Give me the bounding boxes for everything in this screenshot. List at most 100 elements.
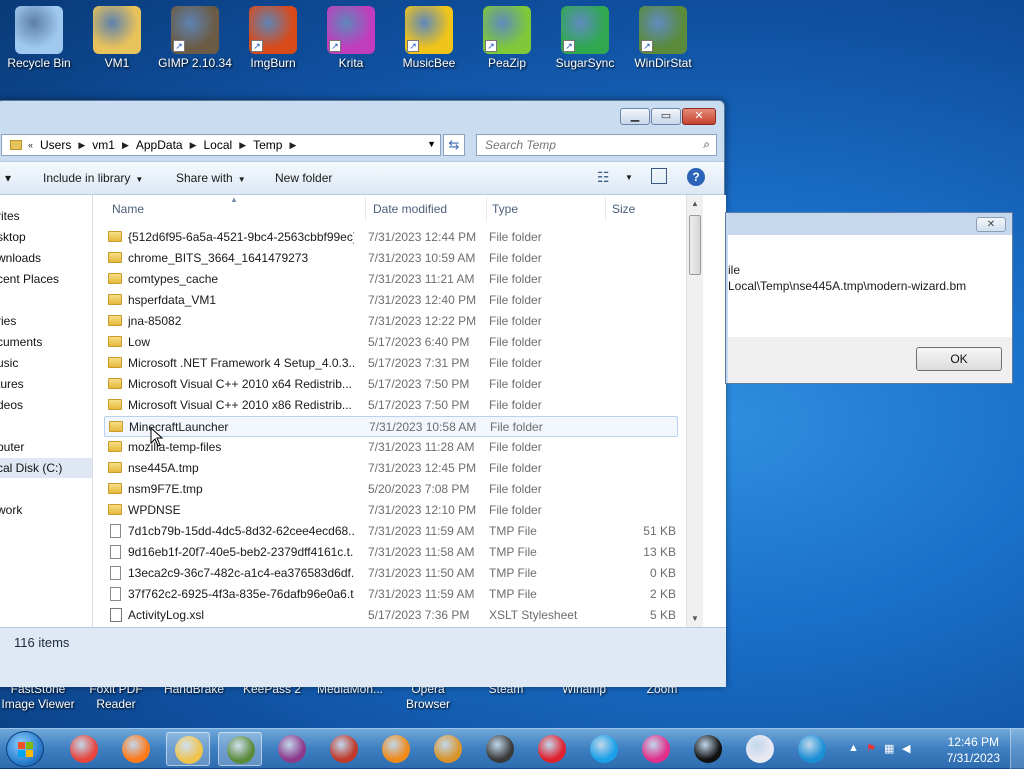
file-row[interactable]: chrome_BITS_3664_1641479273 7/31/2023 10:… (104, 248, 678, 269)
breadcrumb-item[interactable]: Temp (253, 138, 282, 152)
minimize-button[interactable]: ▁ (620, 108, 650, 125)
file-type: File folder (489, 314, 542, 328)
taskbar-app-button[interactable] (62, 732, 106, 766)
file-row[interactable]: jna-85082 7/31/2023 12:22 PM File folder (104, 311, 678, 332)
breadcrumb-separator-icon[interactable]: ▶ (122, 140, 129, 151)
taskbar-app-button[interactable] (374, 732, 418, 766)
breadcrumb-item[interactable]: Users (40, 138, 71, 152)
organize-arrow-icon[interactable]: ▾ (5, 171, 11, 185)
scroll-down-icon[interactable]: ▼ (691, 614, 699, 623)
start-button[interactable] (6, 731, 44, 767)
vertical-scrollbar[interactable]: ▲ ▼ (686, 195, 703, 627)
taskbar-app-button[interactable] (686, 732, 730, 766)
taskbar-app-button[interactable] (790, 732, 834, 766)
clock[interactable]: 12:46 PM 7/31/2023 (947, 734, 1000, 766)
breadcrumb-separator-icon[interactable]: ▶ (78, 140, 85, 151)
view-options-icon[interactable]: ☷ (597, 169, 610, 186)
column-size[interactable]: Size (612, 202, 635, 216)
refresh-button[interactable]: ⇆ (443, 134, 465, 156)
ok-button[interactable]: OK (916, 347, 1002, 371)
file-row[interactable]: {512d6f95-6a5a-4521-9bc4-2563cbbf99ec} 7/… (104, 227, 678, 248)
close-button[interactable]: ✕ (682, 108, 716, 125)
view-dropdown-icon[interactable]: ▼ (625, 173, 633, 182)
shortcut-arrow-icon: ↗ (485, 40, 497, 52)
file-row[interactable]: 9d16eb1f-20f7-40e5-beb2-2379dff4161c.t..… (104, 542, 678, 563)
file-type: File folder (490, 420, 543, 434)
desktop-icon[interactable]: ↗ GIMP 2.10.34 (156, 0, 234, 70)
network-icon[interactable]: ▦ (884, 742, 898, 756)
file-row[interactable]: WPDNSE 7/31/2023 12:10 PM File folder (104, 500, 678, 521)
column-divider[interactable] (365, 197, 366, 221)
breadcrumb-separator-icon[interactable]: ▶ (190, 140, 197, 151)
desktop-icon[interactable]: ↗ SugarSync (546, 0, 624, 70)
taskbar-app-button[interactable] (270, 732, 314, 766)
file-row[interactable]: ActivityLog.xsl 5/17/2023 7:36 PM XSLT Sty… (104, 605, 678, 626)
taskbar-app-button[interactable] (478, 732, 522, 766)
show-hidden-icons-icon[interactable]: ▲ (848, 742, 862, 756)
file-row[interactable]: Microsoft .NET Framework 4 Setup_4.0.3..… (104, 353, 678, 374)
file-row[interactable]: nsm9F7E.tmp 5/20/2023 7:08 PM File folder (104, 479, 678, 500)
file-row[interactable]: MinecraftLauncher 7/31/2023 10:58 AM File … (104, 416, 678, 437)
file-row[interactable]: 37f762c2-6925-4f3a-835e-76dafb96e0a6.t..… (104, 584, 678, 605)
address-dropdown-icon[interactable]: ▼ (427, 139, 436, 149)
share-with-button[interactable]: Share with ▼ (176, 171, 246, 185)
search-input[interactable] (483, 135, 683, 155)
show-desktop-button[interactable] (1010, 729, 1024, 769)
desktop-icon[interactable]: ↗ PeaZip (468, 0, 546, 70)
file-row[interactable]: nse445A.tmp 7/31/2023 12:45 PM File folder (104, 458, 678, 479)
file-row[interactable]: Low 5/17/2023 6:40 PM File folder (104, 332, 678, 353)
taskbar-app-button[interactable] (322, 732, 366, 766)
navigation-pane: rites sktop wnloads cent Places ries cuments u… (0, 195, 93, 627)
desktop-icon[interactable]: VM1 (78, 0, 156, 70)
taskbar-app-button[interactable] (426, 732, 470, 766)
desktop-icon[interactable]: ↗ WinDirStat (624, 0, 702, 70)
search-icon[interactable]: ⌕ (703, 137, 710, 152)
column-name[interactable]: Name (112, 202, 144, 216)
column-type[interactable]: Type (492, 202, 518, 216)
file-date-modified: 7/31/2023 11:28 AM (368, 440, 475, 454)
desktop-icon[interactable]: ↗ Krita (312, 0, 390, 70)
column-divider[interactable] (486, 197, 487, 221)
file-row[interactable]: 13eca2c9-36c7-482c-a1c4-ea376583d6df....… (104, 563, 678, 584)
volume-muted-icon[interactable]: ◀ (902, 742, 916, 756)
title-bar[interactable]: ▁ ▭ ✕ (0, 101, 724, 131)
preview-pane-icon[interactable] (651, 168, 667, 184)
taskbar-app-button[interactable] (530, 732, 574, 766)
new-folder-button[interactable]: New folder (275, 171, 332, 185)
dialog-close-button[interactable]: ✕ (976, 217, 1006, 232)
breadcrumb-separator-icon[interactable]: ▶ (239, 140, 246, 151)
taskbar-app-button[interactable] (166, 732, 210, 766)
nav-item[interactable]: cal Disk (C:) (0, 458, 92, 478)
desktop-icon[interactable]: Recycle Bin (0, 0, 78, 70)
taskbar-app-button[interactable] (634, 732, 678, 766)
breadcrumb-overflow[interactable]: « (28, 140, 33, 150)
column-divider[interactable] (605, 197, 606, 221)
file-row[interactable]: mozilla-temp-files 7/31/2023 11:28 AM File… (104, 437, 678, 458)
dialog-title-bar[interactable]: ✕ (726, 213, 1012, 235)
address-bar[interactable]: « Users ▶ vm1 ▶ AppData ▶ Local ▶ Temp ▶ ▼ (1, 134, 441, 156)
column-date-modified[interactable]: Date modified (373, 202, 447, 216)
search-box[interactable]: ⌕ (476, 134, 717, 156)
file-row[interactable]: 7d1cb79b-15dd-4dc5-8d32-62cee4ecd68... 7/… (104, 521, 678, 542)
taskbar-app-button[interactable] (738, 732, 782, 766)
action-center-icon[interactable]: ⚑ (866, 742, 880, 756)
scroll-up-icon[interactable]: ▲ (691, 199, 699, 208)
breadcrumb-item[interactable]: AppData (136, 138, 183, 152)
maximize-button[interactable]: ▭ (651, 108, 681, 125)
file-row[interactable]: hsperfdata_VM1 7/31/2023 12:40 PM File fol… (104, 290, 678, 311)
breadcrumb-item[interactable]: Local (204, 138, 233, 152)
file-row[interactable]: Microsoft Visual C++ 2010 x64 Redistrib.… (104, 374, 678, 395)
help-icon[interactable]: ? (687, 168, 705, 186)
include-in-library-button[interactable]: Include in library ▼ (43, 171, 143, 185)
shortcut-arrow-icon: ↗ (563, 40, 575, 52)
taskbar-app-button[interactable] (582, 732, 626, 766)
breadcrumb-separator-icon[interactable]: ▶ (289, 140, 296, 151)
file-row[interactable]: comtypes_cache 7/31/2023 11:21 AM File fol… (104, 269, 678, 290)
file-row[interactable]: Microsoft Visual C++ 2010 x86 Redistrib.… (104, 395, 678, 416)
taskbar-app-button[interactable] (114, 732, 158, 766)
desktop-icon[interactable]: ↗ MusicBee (390, 0, 468, 70)
breadcrumb-item[interactable]: vm1 (92, 138, 115, 152)
scrollbar-thumb[interactable] (689, 215, 701, 275)
taskbar-app-button[interactable] (218, 732, 262, 766)
desktop-icon[interactable]: ↗ ImgBurn (234, 0, 312, 70)
